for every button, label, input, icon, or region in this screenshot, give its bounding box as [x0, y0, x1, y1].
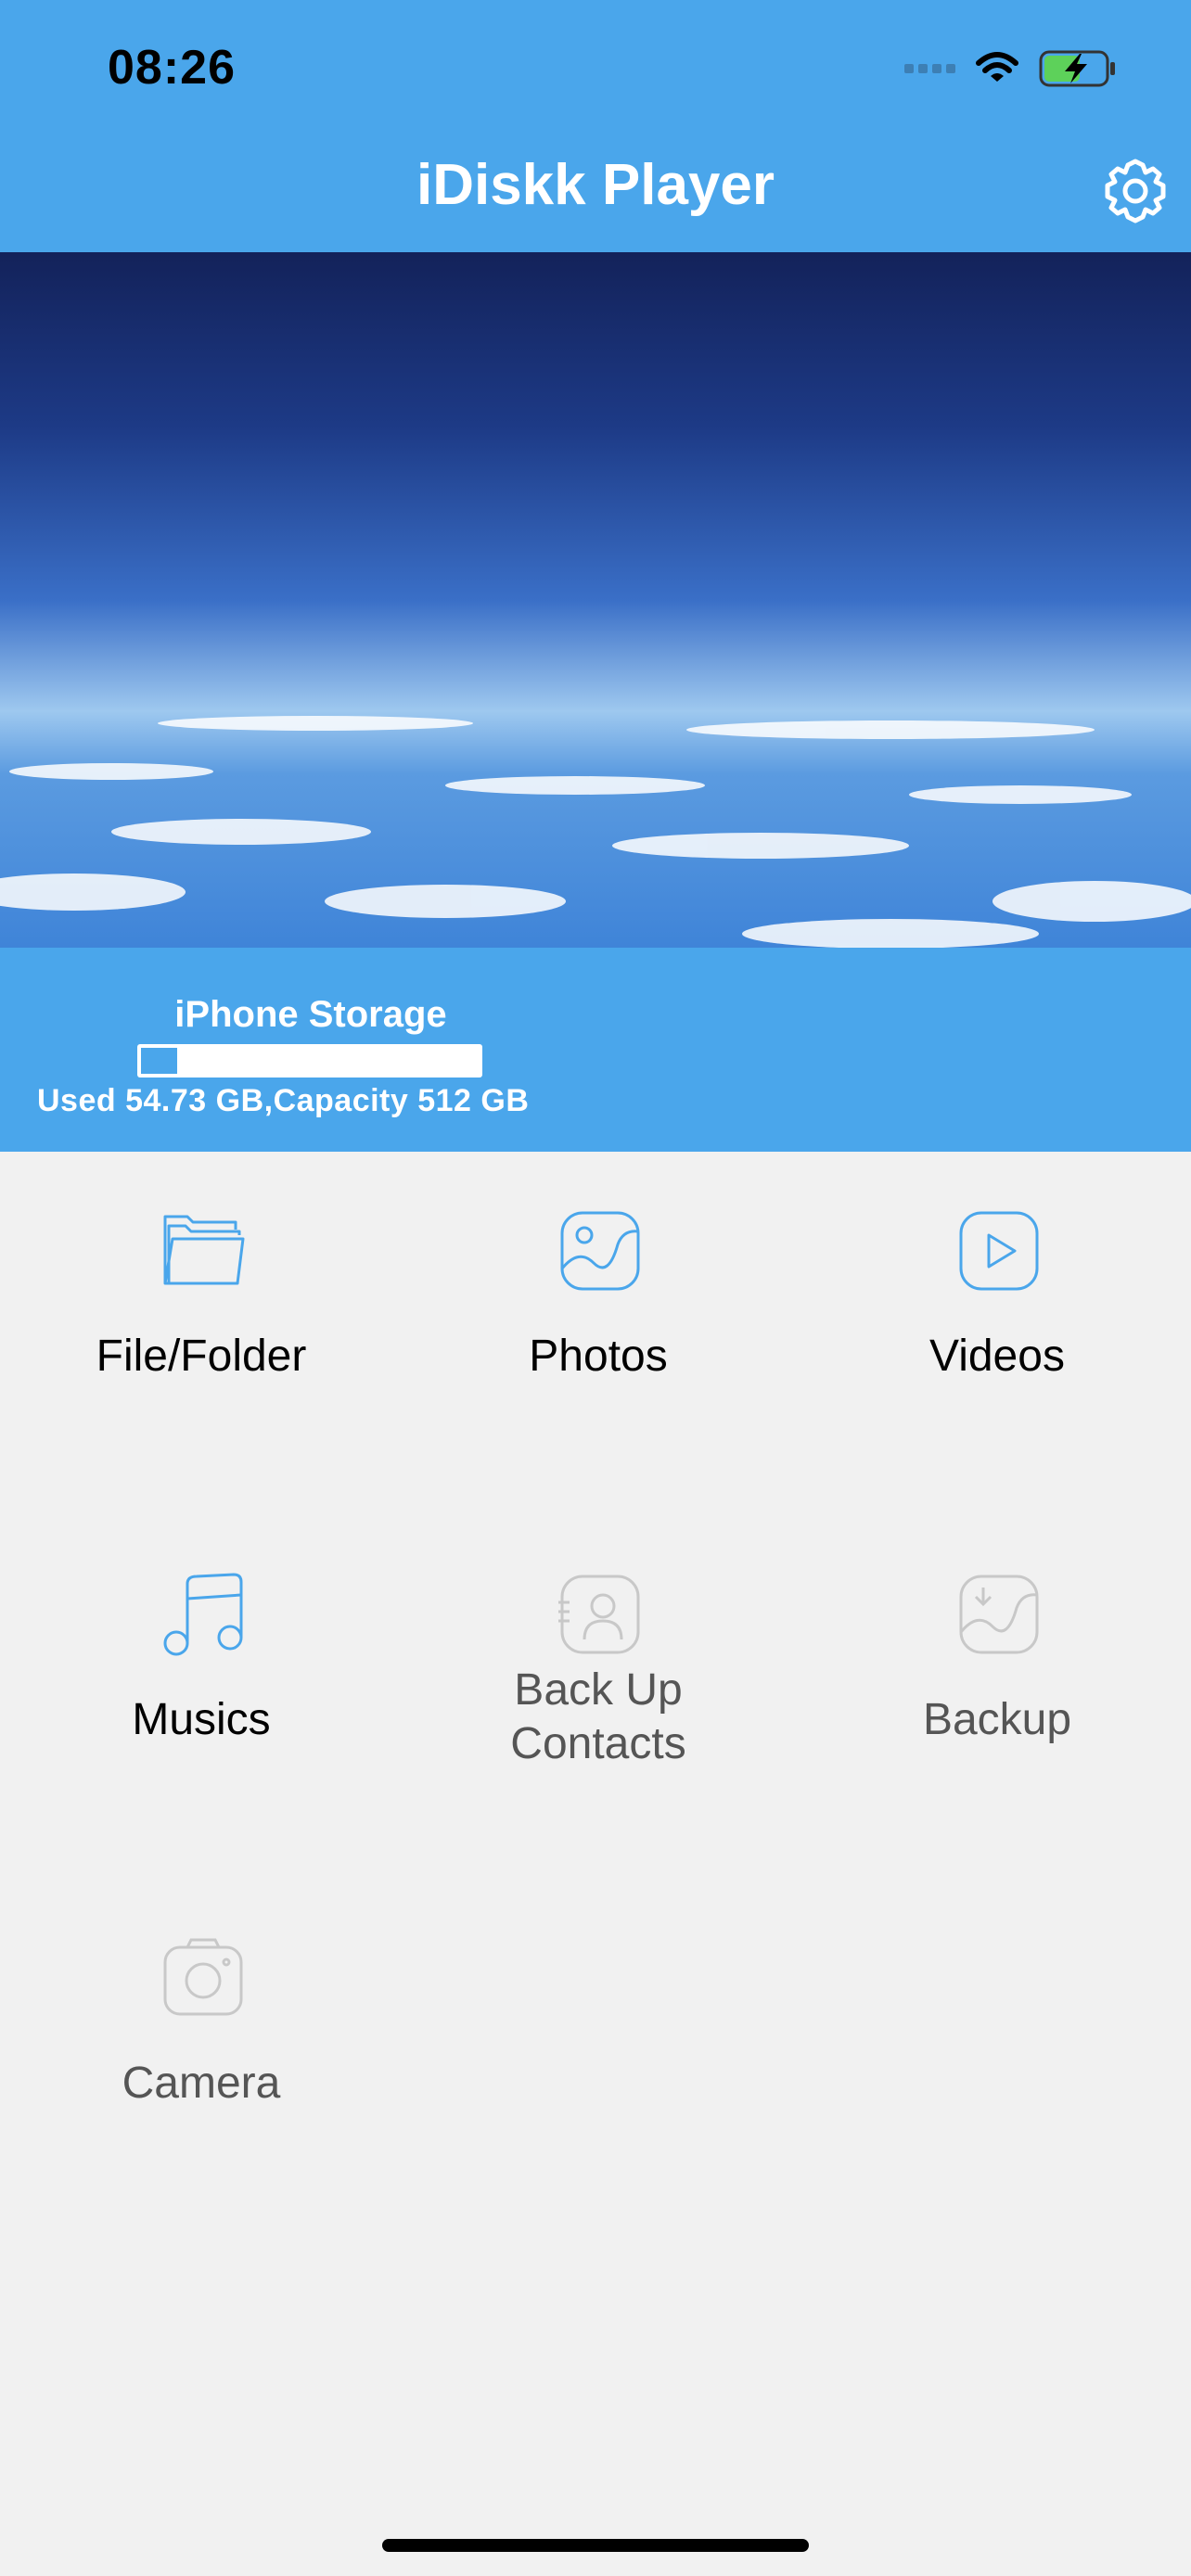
tile-label: Back Up Contacts	[399, 1664, 798, 1771]
contact-card-icon	[558, 1575, 640, 1654]
storage-progress-bar	[137, 1044, 482, 1078]
app-header: 08:26 iDiskk Player	[0, 0, 1191, 252]
page-title: iDiskk Player	[416, 153, 775, 217]
hero-sky-image	[0, 252, 1191, 948]
storage-title: iPhone Storage	[174, 994, 447, 1035]
photo-icon	[560, 1211, 640, 1291]
tile-label: Photos	[529, 1332, 668, 1381]
tile-label-text: Back Up Contacts	[510, 1665, 686, 1768]
status-time: 08:26	[108, 41, 236, 95]
status-icons	[904, 43, 1117, 95]
backup-tile[interactable]: Backup	[798, 1515, 1191, 1849]
tile-label: Camera	[122, 2059, 281, 2108]
tile-label: Videos	[929, 1332, 1065, 1381]
tile-label: Backup	[922, 1695, 1072, 1744]
cellular-signal-icon	[904, 64, 955, 73]
storage-progress-fill	[141, 1048, 177, 1074]
music-note-icon	[163, 1573, 243, 1656]
backup-photo-icon	[959, 1575, 1039, 1654]
settings-gear-icon[interactable]	[1100, 156, 1171, 226]
camera-tile[interactable]: Camera	[2, 1879, 401, 2213]
play-icon	[959, 1211, 1039, 1291]
tile-label: File/Folder	[96, 1332, 307, 1381]
battery-charging-icon	[1039, 50, 1115, 87]
home-indicator[interactable]	[382, 2539, 809, 2552]
musics-tile[interactable]: Musics	[2, 1515, 401, 1849]
videos-tile[interactable]: Videos	[798, 1152, 1191, 1486]
storage-panel: iPhone Storage Used 54.73 GB,Capacity 51…	[0, 948, 1191, 1152]
photos-tile[interactable]: Photos	[399, 1152, 798, 1486]
storage-usage-text: Used 54.73 GB,Capacity 512 GB	[37, 1083, 530, 1118]
file-folder-tile[interactable]: File/Folder	[2, 1152, 401, 1486]
wifi-icon	[976, 52, 1018, 82]
back-up-contacts-tile[interactable]: Back Up Contacts	[399, 1515, 798, 1849]
camera-icon	[163, 1938, 243, 2016]
tile-label: Musics	[132, 1695, 271, 1744]
folder-icon	[163, 1215, 245, 1285]
